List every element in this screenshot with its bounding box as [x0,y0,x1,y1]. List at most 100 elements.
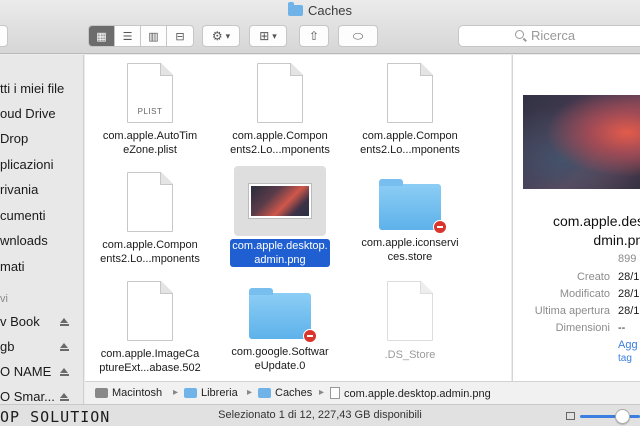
path-crumb-file[interactable]: com.apple.desktop.admin.png [330,387,491,400]
file-name-line: ents2.Lo...mponents [230,144,330,156]
preview-file-name: com.apple.desk [552,213,640,229]
sidebar-item-applications[interactable]: plicazioni [0,157,53,177]
path-crumb-libreria[interactable]: Libreria [184,387,238,399]
file-item[interactable]: com.apple.ImageCa ptureExt...abase.502 [85,281,215,375]
file-name: com.apple.Compon ents2.Lo...mponents [228,129,332,157]
path-crumb-caches[interactable]: Caches [258,387,312,399]
icon-size-slider[interactable] [580,415,640,418]
file-name-line: ents2.Lo...mponents [360,144,460,156]
view-mode-segmented-control: ▦ ☰ ▥ ⊟ [88,25,194,47]
file-type-tag: PLIST [137,107,163,116]
folder-icon [379,179,447,234]
hard-drive-icon [95,388,108,398]
back-button[interactable] [0,25,8,47]
coverflow-icon: ⊟ [175,30,185,43]
image-thumbnail-highlight [234,166,326,236]
file-icon-grid: PLIST com.apple.AutoTim eZone.plist com.a… [85,55,511,381]
action-menu-button[interactable]: ⚙ ▾ [202,25,240,47]
file-item[interactable]: com.apple.iconservi ces.store [345,172,475,264]
preview-row-modified: Modificato 28/1 [513,288,640,302]
preview-row-dimensions: Dimensioni -- [513,322,640,336]
folder-icon [258,388,271,398]
tag-button[interactable]: ⬭ [338,25,378,47]
sidebar-item-airdrop[interactable]: Drop [0,131,28,151]
small-icon-size-icon [566,412,575,420]
eject-icon[interactable] [60,368,69,376]
window-title: Caches [0,2,640,18]
file-name-line: com.apple.AutoTim [102,130,198,142]
arrange-icon: ⊞ [259,29,270,43]
preview-value: 28/1 [618,288,640,300]
preview-value: 28/1 [618,305,640,317]
file-name-selected: com.apple.desktop. admin.png [230,239,330,267]
sidebar-item-all-files[interactable]: tti i miei file [0,81,64,101]
file-name-line: ces.store [387,251,433,263]
file-name-line: com.apple.Compon [232,130,328,142]
path-crumb-label: com.apple.desktop.admin.png [344,388,491,400]
grid-icon: ▦ [96,30,107,43]
columns-icon: ▥ [148,30,159,43]
file-name-line: com.apple.Compon [102,239,198,251]
coverflow-view-button[interactable]: ⊟ [167,26,193,46]
add-tags-link[interactable]: Agg [618,339,638,351]
sidebar-item-desktop[interactable]: rivania [0,182,38,202]
eject-icon[interactable] [60,343,69,351]
sidebar-device-gb[interactable]: gb [0,339,14,359]
document-icon [127,281,173,341]
preview-key: Modificato [559,288,610,300]
sidebar-item-movies[interactable]: mati [0,259,25,279]
plist-file-icon: PLIST [127,63,173,123]
document-icon [387,63,433,123]
file-item[interactable]: .DS_Store [345,281,475,362]
sidebar-item-downloads[interactable]: wnloads [0,233,48,253]
file-name-line: ptureExt...abase.502 [99,362,201,374]
file-name: com.apple.AutoTim eZone.plist [101,129,199,157]
file-name: com.apple.ImageCa ptureExt...abase.502 [97,347,203,375]
file-name-line: .DS_Store [384,349,436,361]
image-thumbnail [249,184,311,218]
file-name-line: admin.png [254,254,306,266]
gear-icon: ⚙ [211,29,223,43]
window-toolbar: Caches ▦ ☰ ▥ ⊟ ⚙ ▾ ⊞ ▾ ⇧ ⬭ Ricerca [0,0,640,54]
file-item[interactable]: com.apple.Compon ents2.Lo...mponents [345,63,475,157]
preview-value: -- [618,322,626,334]
file-item-selected[interactable]: com.apple.desktop. admin.png [215,166,345,267]
sidebar-item-documents[interactable]: cumenti [0,208,46,228]
eject-icon[interactable] [60,318,69,326]
window-title-text: Caches [307,3,353,18]
icon-view-button[interactable]: ▦ [89,26,115,46]
icon-size-slider-knob[interactable] [615,409,630,424]
sidebar-item-icloud-drive[interactable]: oud Drive [0,106,56,126]
preview-file-name-2: dmin.png [593,232,640,248]
watermark-text: OP SOLUTION [0,408,111,426]
file-item[interactable]: PLIST com.apple.AutoTim eZone.plist [85,63,215,157]
sidebar-device-book[interactable]: v Book [0,314,40,334]
arrange-menu-button[interactable]: ⊞ ▾ [249,25,287,47]
file-item[interactable]: com.apple.Compon ents2.Lo...mponents [85,172,215,266]
eject-icon[interactable] [60,393,69,401]
sidebar-device-no-name[interactable]: O NAME [0,364,51,384]
file-item[interactable]: com.apple.Compon ents2.Lo...mponents [215,63,345,157]
file-name: com.apple.Compon ents2.Lo...mponents [98,238,202,266]
path-bar: Macintosh ▸ Libreria ▸ Caches ▸ com.appl… [85,381,640,404]
preview-key: Ultima apertura [534,305,610,317]
path-separator-icon: ▸ [319,387,325,398]
add-tags-link-2[interactable]: tag [618,353,632,364]
search-field[interactable]: Ricerca [458,25,640,47]
file-name: com.google.Softwar eUpdate.0 [229,345,330,373]
document-icon [257,63,303,123]
list-view-button[interactable]: ☰ [115,26,141,46]
file-item[interactable]: com.google.Softwar eUpdate.0 [215,281,345,373]
path-crumb-label: Macintosh [112,387,163,399]
preview-row-created: Creato 28/1 [513,271,640,285]
file-name-line: eUpdate.0 [254,360,306,372]
path-crumb-macintosh[interactable]: Macintosh [95,387,162,399]
file-name-line: com.google.Softwar [231,346,329,358]
search-placeholder: Ricerca [531,28,576,43]
column-view-button[interactable]: ▥ [141,26,167,46]
chevron-down-icon: ▾ [225,30,231,41]
share-button[interactable]: ⇧ [299,25,329,47]
folder-icon [184,388,197,398]
list-icon: ☰ [122,30,133,43]
status-bar: OP SOLUTION Selezionato 1 di 12, 227,43 … [0,404,640,426]
